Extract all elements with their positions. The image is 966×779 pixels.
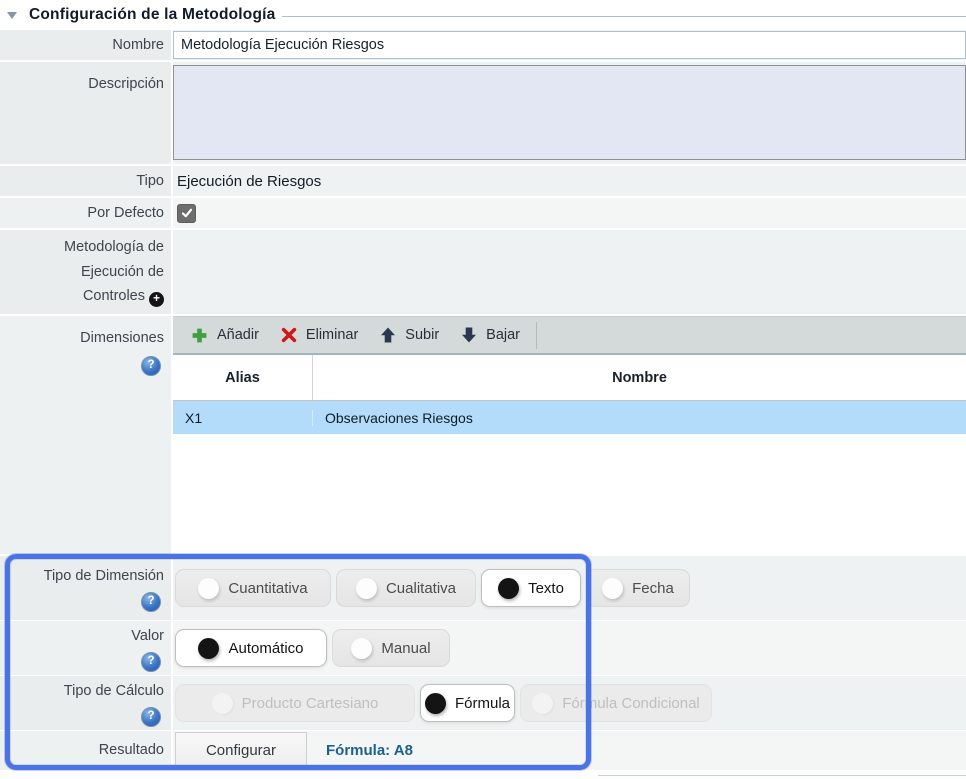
- page-title: Configuración de la Metodología: [29, 6, 275, 24]
- row-nombre: Nombre: [0, 30, 966, 60]
- move-up-button-label: Subir: [405, 327, 439, 343]
- row-dimensiones: Dimensiones Añadir Eliminar: [0, 316, 966, 554]
- arrow-down-icon: [461, 327, 477, 343]
- plus-icon: [191, 327, 208, 344]
- tipo-dimension-help-icon[interactable]: [141, 592, 161, 612]
- tipo-label: Tipo: [136, 169, 164, 194]
- valor-help-icon[interactable]: [141, 652, 161, 672]
- radio-circle-icon: [356, 578, 377, 599]
- add-button-label: Añadir: [217, 327, 259, 343]
- radio-circle-icon: [425, 693, 446, 714]
- row-por-defecto: Por Defecto: [0, 198, 966, 228]
- radio-circle-icon: [198, 638, 219, 659]
- radio-circle-icon: [212, 693, 233, 714]
- x-icon: [281, 327, 297, 343]
- formula-result-text: Fórmula: A8: [326, 742, 413, 759]
- dimensiones-table-header: Alias Nombre: [173, 355, 966, 401]
- radio-cuantitativa-label: Cuantitativa: [228, 580, 307, 597]
- row-tipo: Tipo Ejecución de Riesgos: [0, 166, 966, 196]
- methodology-config-page: Configuración de la Metodología Nombre D…: [0, 0, 966, 778]
- radio-cualitativa-label: Cualitativa: [386, 580, 456, 597]
- dimensiones-help-icon[interactable]: [141, 356, 161, 376]
- radio-formula-condicional: Fórmula Condicional: [520, 684, 712, 722]
- row-tipo-dimension: Tipo de Dimensión Cuantitativa Cualitati…: [0, 556, 966, 620]
- radio-producto-cartesiano-label: Producto Cartesiano: [242, 695, 379, 712]
- radio-producto-cartesiano: Producto Cartesiano: [175, 684, 415, 722]
- radio-formula[interactable]: Fórmula: [420, 684, 515, 722]
- row-descripcion: Descripción: [0, 62, 966, 164]
- cell-nombre: Observaciones Riesgos: [313, 410, 966, 426]
- move-down-button-label: Bajar: [486, 327, 520, 343]
- radio-texto[interactable]: Texto: [481, 569, 581, 607]
- delete-button[interactable]: Eliminar: [271, 321, 368, 349]
- header-divider: [282, 16, 966, 17]
- bottom-edge-line: [598, 775, 966, 776]
- nombre-input[interactable]: [173, 31, 966, 59]
- table-empty-area: [173, 434, 966, 554]
- radio-formula-label: Fórmula: [455, 695, 510, 712]
- plus-circle-icon[interactable]: [149, 292, 164, 307]
- radio-formula-condicional-label: Fórmula Condicional: [562, 695, 700, 712]
- radio-texto-label: Texto: [528, 580, 564, 597]
- radio-circle-icon: [198, 578, 219, 599]
- arrow-up-icon: [380, 327, 396, 343]
- radio-fecha-label: Fecha: [632, 580, 674, 597]
- table-row[interactable]: X1 Observaciones Riesgos: [173, 401, 966, 434]
- radio-circle-icon: [532, 693, 553, 714]
- move-down-button[interactable]: Bajar: [451, 321, 530, 349]
- section-header: Configuración de la Metodología: [0, 0, 966, 30]
- tipo-value: Ejecución de Riesgos: [173, 173, 321, 190]
- por-defecto-checkbox[interactable]: [177, 204, 196, 223]
- descripcion-textarea[interactable]: [173, 65, 966, 160]
- radio-fecha[interactable]: Fecha: [586, 569, 690, 607]
- metodologia-controles-value: [173, 230, 966, 314]
- radio-circle-icon: [351, 638, 372, 659]
- metodologia-controles-label: Metodología de Ejecución de Controles: [64, 239, 164, 304]
- delete-button-label: Eliminar: [306, 327, 358, 343]
- dimensiones-toolbar: Añadir Eliminar Subir: [173, 317, 966, 355]
- column-header-nombre[interactable]: Nombre: [313, 355, 966, 400]
- por-defecto-label: Por Defecto: [87, 201, 164, 226]
- radio-manual-label: Manual: [381, 640, 430, 657]
- row-valor: Valor Automático Manual: [0, 621, 966, 675]
- radio-manual[interactable]: Manual: [332, 629, 450, 667]
- row-tipo-calculo: Tipo de Cálculo Producto Cartesiano Fórm…: [0, 676, 966, 730]
- toolbar-separator: [536, 322, 537, 349]
- collapse-triangle-icon[interactable]: [7, 12, 17, 19]
- tipo-calculo-help-icon[interactable]: [141, 707, 161, 727]
- configurar-button[interactable]: Configurar: [175, 732, 307, 769]
- radio-cualitativa[interactable]: Cualitativa: [336, 569, 476, 607]
- checkmark-icon: [181, 207, 193, 219]
- radio-automatico-label: Automático: [228, 640, 303, 657]
- radio-circle-icon: [498, 578, 519, 599]
- row-resultado: Resultado Configurar Fórmula: A8: [0, 731, 966, 770]
- valor-label: Valor: [131, 624, 164, 649]
- radio-cuantitativa[interactable]: Cuantitativa: [175, 569, 331, 607]
- move-up-button[interactable]: Subir: [370, 321, 449, 349]
- dimensiones-label: Dimensiones: [80, 326, 164, 351]
- add-button[interactable]: Añadir: [181, 321, 269, 349]
- nombre-label: Nombre: [112, 33, 164, 58]
- dimensiones-panel: Añadir Eliminar Subir: [173, 316, 966, 554]
- row-metodologia-controles: Metodología de Ejecución de Controles: [0, 230, 966, 314]
- cell-alias: X1: [173, 410, 313, 426]
- radio-circle-icon: [602, 578, 623, 599]
- tipo-calculo-label: Tipo de Cálculo: [64, 679, 164, 704]
- tipo-dimension-label: Tipo de Dimensión: [44, 564, 164, 589]
- column-header-alias[interactable]: Alias: [173, 355, 313, 400]
- radio-automatico[interactable]: Automático: [175, 629, 327, 667]
- descripcion-label: Descripción: [88, 72, 164, 97]
- resultado-label: Resultado: [99, 738, 164, 763]
